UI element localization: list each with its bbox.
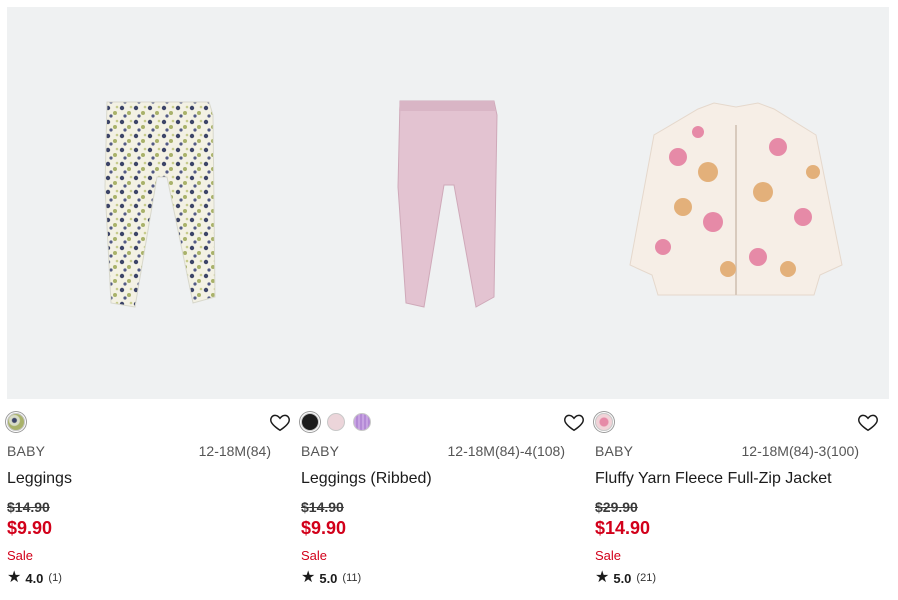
favorite-heart-icon[interactable] [563,411,585,433]
original-price: $14.90 [301,499,344,515]
floral-leggings-illustration [104,101,216,308]
color-swatches [595,413,613,431]
color-swatch[interactable] [327,413,345,431]
color-swatch[interactable] [353,413,371,431]
product-meta: BABY 12-18M(84)-4(108) [301,443,565,459]
gender-label: BABY [595,443,634,459]
color-swatch[interactable] [7,413,25,431]
review-count: (1) [48,572,62,584]
review-count: (11) [342,572,362,584]
product-meta: BABY 12-18M(84) [7,443,271,459]
color-swatch[interactable] [595,413,613,431]
product-image-floral-fleece-jacket[interactable] [588,7,882,399]
star-icon: ★ [595,569,610,586]
sale-flag: Sale [301,548,328,563]
gender-label: BABY [7,443,46,459]
product-card-fleece-jacket[interactable]: BABY 12-18M(84)-3(100) Fluffy Yarn Fleec… [595,0,878,600]
favorite-heart-icon[interactable] [857,411,879,433]
star-icon: ★ [7,569,22,586]
product-card-leggings[interactable]: BABY 12-18M(84) Leggings $14.90 $9.90 Sa… [7,0,290,600]
sale-price: $9.90 [7,518,53,538]
sale-flag: Sale [595,548,622,563]
sale-price: $9.90 [301,518,347,538]
product-name[interactable]: Fluffy Yarn Fleece Full-Zip Jacket [595,470,832,488]
product-image-floral-leggings[interactable] [7,7,301,399]
sale-flag: Sale [7,548,34,563]
pink-ribbed-leggings-illustration [397,100,498,308]
product-name[interactable]: Leggings [7,470,72,488]
sale-price: $14.90 [595,518,651,538]
color-swatches [7,413,25,431]
size-range: 12-18M(84)-4(108) [447,443,566,459]
size-range: 12-18M(84) [198,443,271,459]
review-count: (21) [636,572,656,584]
size-range: 12-18M(84)-3(100) [741,443,860,459]
rating-value: 5.0 [319,570,338,586]
color-swatches [301,413,371,431]
star-icon: ★ [301,569,316,586]
rating-value: 4.0 [25,570,44,586]
rating: ★ 5.0 (11) [301,570,361,586]
rating: ★ 4.0 (1) [7,570,62,586]
original-price: $14.90 [7,499,50,515]
product-name[interactable]: Leggings (Ribbed) [301,470,432,488]
product-card-leggings-ribbed[interactable]: BABY 12-18M(84)-4(108) Leggings (Ribbed)… [301,0,584,600]
gender-label: BABY [301,443,340,459]
rating: ★ 5.0 (21) [595,570,656,586]
floral-fleece-jacket-illustration [629,102,843,296]
color-swatch[interactable] [301,413,319,431]
rating-value: 5.0 [613,570,632,586]
original-price: $29.90 [595,499,638,515]
product-image-pink-ribbed-leggings[interactable] [294,7,588,399]
favorite-heart-icon[interactable] [269,411,291,433]
product-meta: BABY 12-18M(84)-3(100) [595,443,859,459]
